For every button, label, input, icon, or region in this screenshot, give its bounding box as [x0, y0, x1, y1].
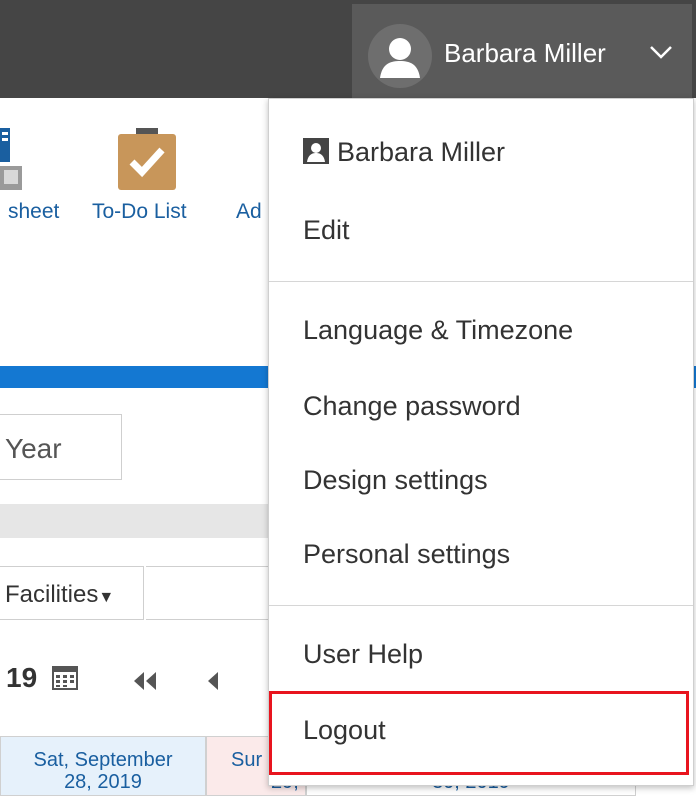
facilities-dropdown[interactable]: Facilities▼: [0, 566, 144, 620]
profile-icon: [303, 138, 329, 164]
todo-clipboard-icon[interactable]: [118, 128, 176, 190]
menu-item-language-timezone[interactable]: Language & Timezone: [303, 315, 573, 346]
chevron-down-icon: [650, 46, 672, 59]
menu-profile-name: Barbara Miller: [337, 137, 506, 167]
menu-item-user-help[interactable]: User Help: [303, 639, 423, 670]
calendar-day-header[interactable]: Sat, September 28, 2019: [0, 736, 206, 796]
app-label-ad[interactable]: Ad: [236, 200, 262, 224]
gray-strip: [0, 504, 270, 538]
year-button[interactable]: Year: [0, 414, 122, 480]
header-user-name: Barbara Miller: [444, 38, 606, 68]
facilities-label: Facilities▼: [5, 581, 115, 608]
day-header-line2: 28, 2019: [64, 771, 142, 793]
year-label: Year: [5, 433, 62, 464]
spreadsheet-icon: [0, 128, 22, 190]
current-date-text: 19: [6, 662, 38, 693]
facilities-adjacent-field[interactable]: [146, 566, 276, 620]
menu-item-design-settings[interactable]: Design settings: [303, 465, 488, 496]
chevron-left-icon[interactable]: [206, 672, 220, 690]
menu-divider: [269, 605, 693, 606]
double-chevron-left-icon[interactable]: [132, 672, 158, 690]
caret-down-icon: ▼: [98, 589, 115, 606]
app-label-sheet[interactable]: sheet: [8, 200, 59, 224]
user-avatar-icon: [368, 24, 432, 88]
menu-item-change-password[interactable]: Change password: [303, 391, 521, 422]
menu-item-edit[interactable]: Edit: [303, 215, 350, 246]
user-dropdown-menu: Barbara Miller Edit Language & Timezone …: [268, 98, 694, 786]
logout-highlight-box: [269, 691, 689, 775]
app-icon-row: sheet To-Do List Ad: [0, 98, 270, 258]
menu-item-personal-settings[interactable]: Personal settings: [303, 539, 510, 570]
user-menu-button[interactable]: Barbara Miller: [352, 4, 692, 98]
date-navigation: 19: [0, 650, 270, 710]
app-label-todo-list[interactable]: To-Do List: [92, 200, 187, 224]
menu-divider: [269, 281, 693, 282]
menu-item-profile[interactable]: Barbara Miller: [303, 137, 505, 168]
calendar-icon[interactable]: [52, 664, 78, 690]
day-header-line1: Sat, September: [33, 749, 173, 771]
